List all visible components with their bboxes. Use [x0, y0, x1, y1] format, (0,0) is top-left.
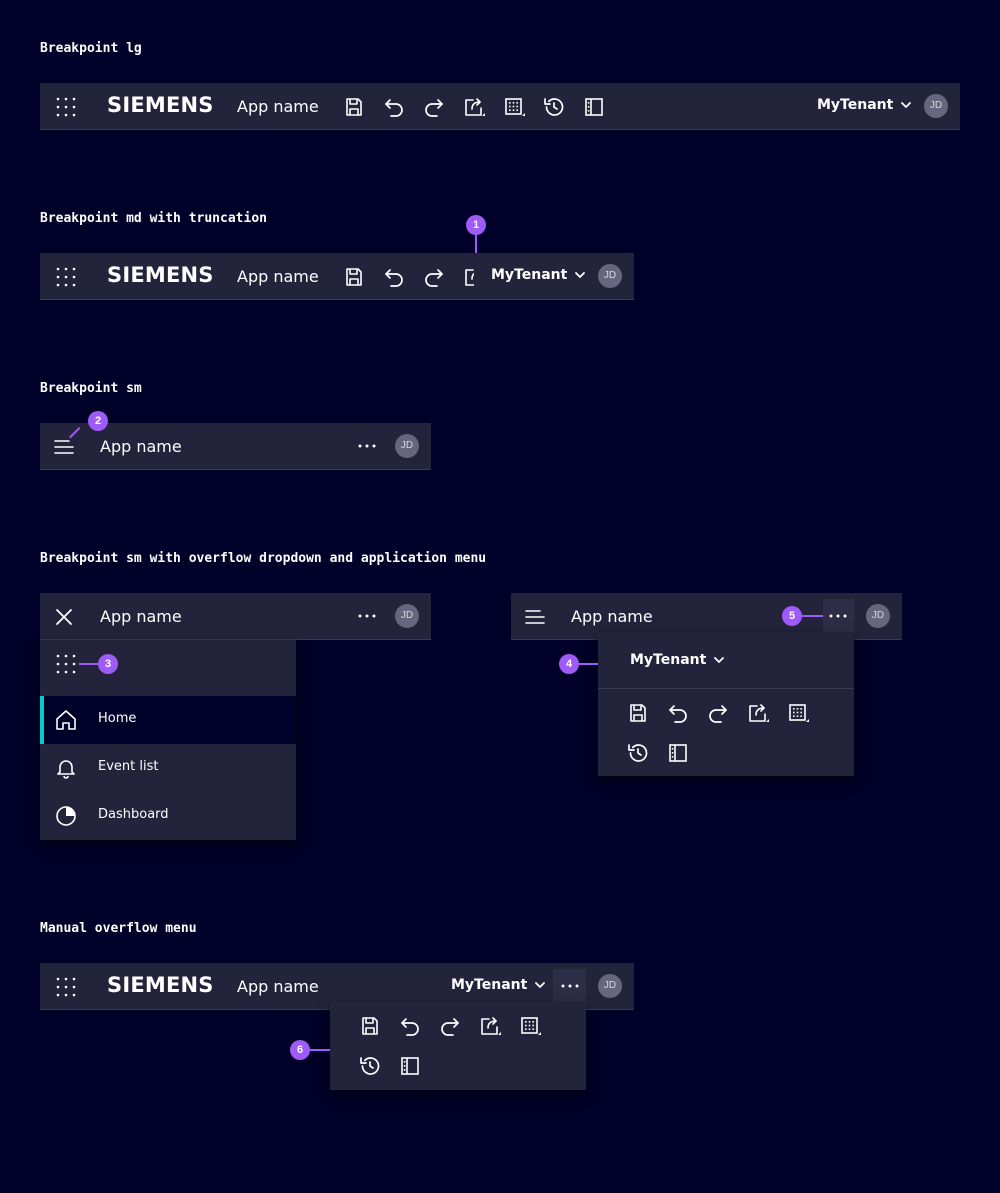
app-name[interactable]: App name — [100, 437, 182, 456]
overflow-dots-icon[interactable] — [558, 974, 582, 998]
application-menu: Home Event list Dashboard — [40, 640, 296, 840]
tenant-label: MyTenant — [451, 977, 528, 993]
app-switcher-row[interactable] — [40, 640, 296, 696]
overflow-dots-icon[interactable] — [826, 604, 850, 628]
redo-icon[interactable] — [438, 1014, 462, 1038]
save-icon[interactable] — [342, 265, 366, 289]
callout-2: 2 — [88, 411, 108, 431]
redo-icon[interactable] — [706, 701, 730, 725]
grid-icon[interactable] — [502, 95, 526, 119]
undo-icon[interactable] — [666, 701, 690, 725]
overflow-dots-icon[interactable] — [355, 434, 379, 458]
save-icon[interactable] — [358, 1014, 382, 1038]
app-name[interactable]: App name — [237, 267, 319, 286]
tenant-dropdown[interactable]: MyTenant — [491, 267, 587, 283]
section-title-md: Breakpoint md with truncation — [40, 211, 267, 226]
avatar[interactable]: JD — [395, 434, 419, 458]
app-switcher-icon[interactable] — [54, 975, 78, 999]
undo-icon[interactable] — [382, 95, 406, 119]
panel-icon[interactable] — [582, 95, 606, 119]
tenant-label: MyTenant — [817, 97, 894, 113]
chevron-down-icon — [712, 653, 726, 667]
section-title-manual: Manual overflow menu — [40, 921, 197, 936]
chevron-down-icon — [573, 268, 587, 282]
panel-icon[interactable] — [398, 1054, 422, 1078]
tenant-dropdown[interactable]: MyTenant — [630, 652, 726, 668]
undo-icon[interactable] — [382, 265, 406, 289]
header-bar-sm-menu-open: App name JD — [40, 593, 431, 640]
app-name[interactable]: App name — [100, 607, 182, 626]
app-name[interactable]: App name — [571, 607, 653, 626]
section-title-sm: Breakpoint sm — [40, 381, 142, 396]
grid-icon[interactable] — [518, 1014, 542, 1038]
callout-4-line — [578, 663, 598, 665]
nav-item-home[interactable]: Home — [40, 696, 296, 744]
overflow-dropdown: MyTenant — [598, 632, 854, 776]
manual-overflow-menu — [330, 1002, 586, 1090]
avatar[interactable]: JD — [866, 604, 890, 628]
avatar[interactable]: JD — [598, 264, 622, 288]
redo-icon[interactable] — [422, 265, 446, 289]
callout-6-line — [309, 1049, 330, 1051]
nav-item-event-list[interactable]: Event list — [40, 744, 296, 792]
grid-icon[interactable] — [786, 701, 810, 725]
menu-toggle-icon[interactable] — [52, 435, 76, 459]
active-indicator — [40, 696, 44, 744]
tenant-dropdown[interactable]: MyTenant — [451, 977, 547, 993]
save-icon[interactable] — [626, 701, 650, 725]
menu-toggle-icon[interactable] — [523, 605, 547, 629]
pie-chart-icon — [54, 804, 78, 828]
export-icon[interactable] — [462, 95, 486, 119]
section-title-sm-overflow: Breakpoint sm with overflow dropdown and… — [40, 551, 487, 566]
app-switcher-icon[interactable] — [54, 95, 78, 119]
redo-icon[interactable] — [422, 95, 446, 119]
history-icon[interactable] — [626, 741, 650, 765]
callout-1-line — [475, 235, 477, 254]
header-bar-md: SIEMENS App name MyTenant JD — [40, 253, 634, 300]
export-icon-truncated[interactable] — [462, 265, 474, 289]
chevron-down-icon — [899, 98, 913, 112]
avatar[interactable]: JD — [924, 94, 948, 118]
app-name[interactable]: App name — [237, 977, 319, 996]
siemens-logo[interactable]: SIEMENS — [107, 93, 214, 117]
tenant-label: MyTenant — [630, 652, 707, 668]
callout-5: 5 — [782, 606, 802, 626]
export-icon[interactable] — [478, 1014, 502, 1038]
nav-item-label: Event list — [98, 759, 159, 774]
callout-4: 4 — [559, 654, 579, 674]
app-switcher-icon[interactable] — [54, 652, 78, 676]
callout-6: 6 — [290, 1040, 310, 1060]
panel-icon[interactable] — [666, 741, 690, 765]
app-switcher-icon[interactable] — [54, 265, 78, 289]
siemens-logo[interactable]: SIEMENS — [107, 973, 214, 997]
app-name[interactable]: App name — [237, 97, 319, 116]
export-icon[interactable] — [746, 701, 770, 725]
home-icon — [54, 708, 78, 732]
history-icon[interactable] — [542, 95, 566, 119]
siemens-logo[interactable]: SIEMENS — [107, 263, 214, 287]
close-icon[interactable] — [52, 605, 76, 629]
tenant-label: MyTenant — [491, 267, 568, 283]
history-icon[interactable] — [358, 1054, 382, 1078]
save-icon[interactable] — [342, 95, 366, 119]
overflow-dots-icon[interactable] — [355, 604, 379, 628]
avatar[interactable]: JD — [395, 604, 419, 628]
callout-1: 1 — [466, 215, 486, 235]
chevron-down-icon — [533, 978, 547, 992]
header-bar-lg: SIEMENS App name MyTenant JD — [40, 83, 960, 130]
callout-5-line — [801, 615, 823, 617]
tenant-dropdown[interactable]: MyTenant — [817, 97, 913, 113]
bell-icon — [54, 756, 78, 780]
avatar[interactable]: JD — [598, 974, 622, 998]
undo-icon[interactable] — [398, 1014, 422, 1038]
nav-item-label: Dashboard — [98, 807, 169, 822]
dropdown-divider — [598, 688, 854, 689]
nav-item-label: Home — [98, 711, 137, 726]
callout-3: 3 — [98, 654, 118, 674]
nav-item-dashboard[interactable]: Dashboard — [40, 792, 296, 840]
section-title-lg: Breakpoint lg — [40, 41, 142, 56]
